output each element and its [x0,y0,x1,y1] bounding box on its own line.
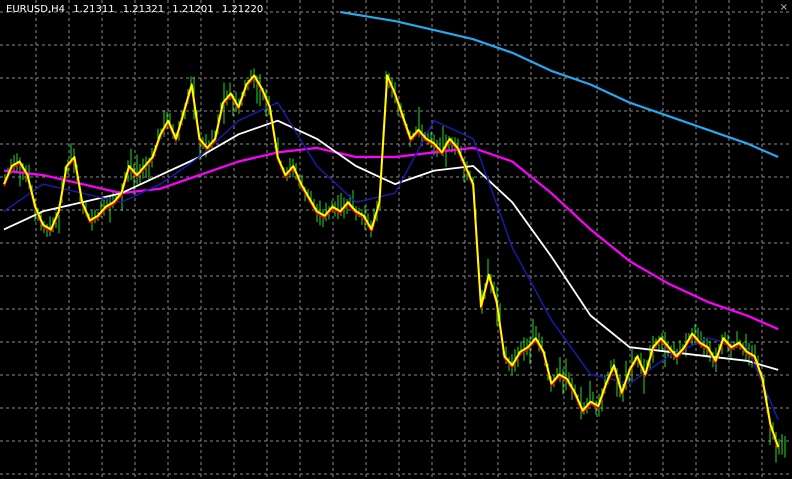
ohlc-low: 1.21201 [172,4,214,15]
chart-header: EURUSD,H4 1.21311 1.21321 1.21201 1.2122… [6,4,268,15]
chart-background [0,0,792,479]
ohlc-open: 1.21311 [73,4,115,15]
symbol-timeframe: EURUSD,H4 [6,4,66,15]
chart-window[interactable]: EURUSD,H4 1.21311 1.21321 1.21201 1.2122… [0,0,792,479]
close-icon[interactable]: × [780,2,788,13]
ohlc-close: 1.21220 [221,4,264,15]
price-chart[interactable] [0,0,792,479]
ohlc-high: 1.21321 [122,4,165,15]
